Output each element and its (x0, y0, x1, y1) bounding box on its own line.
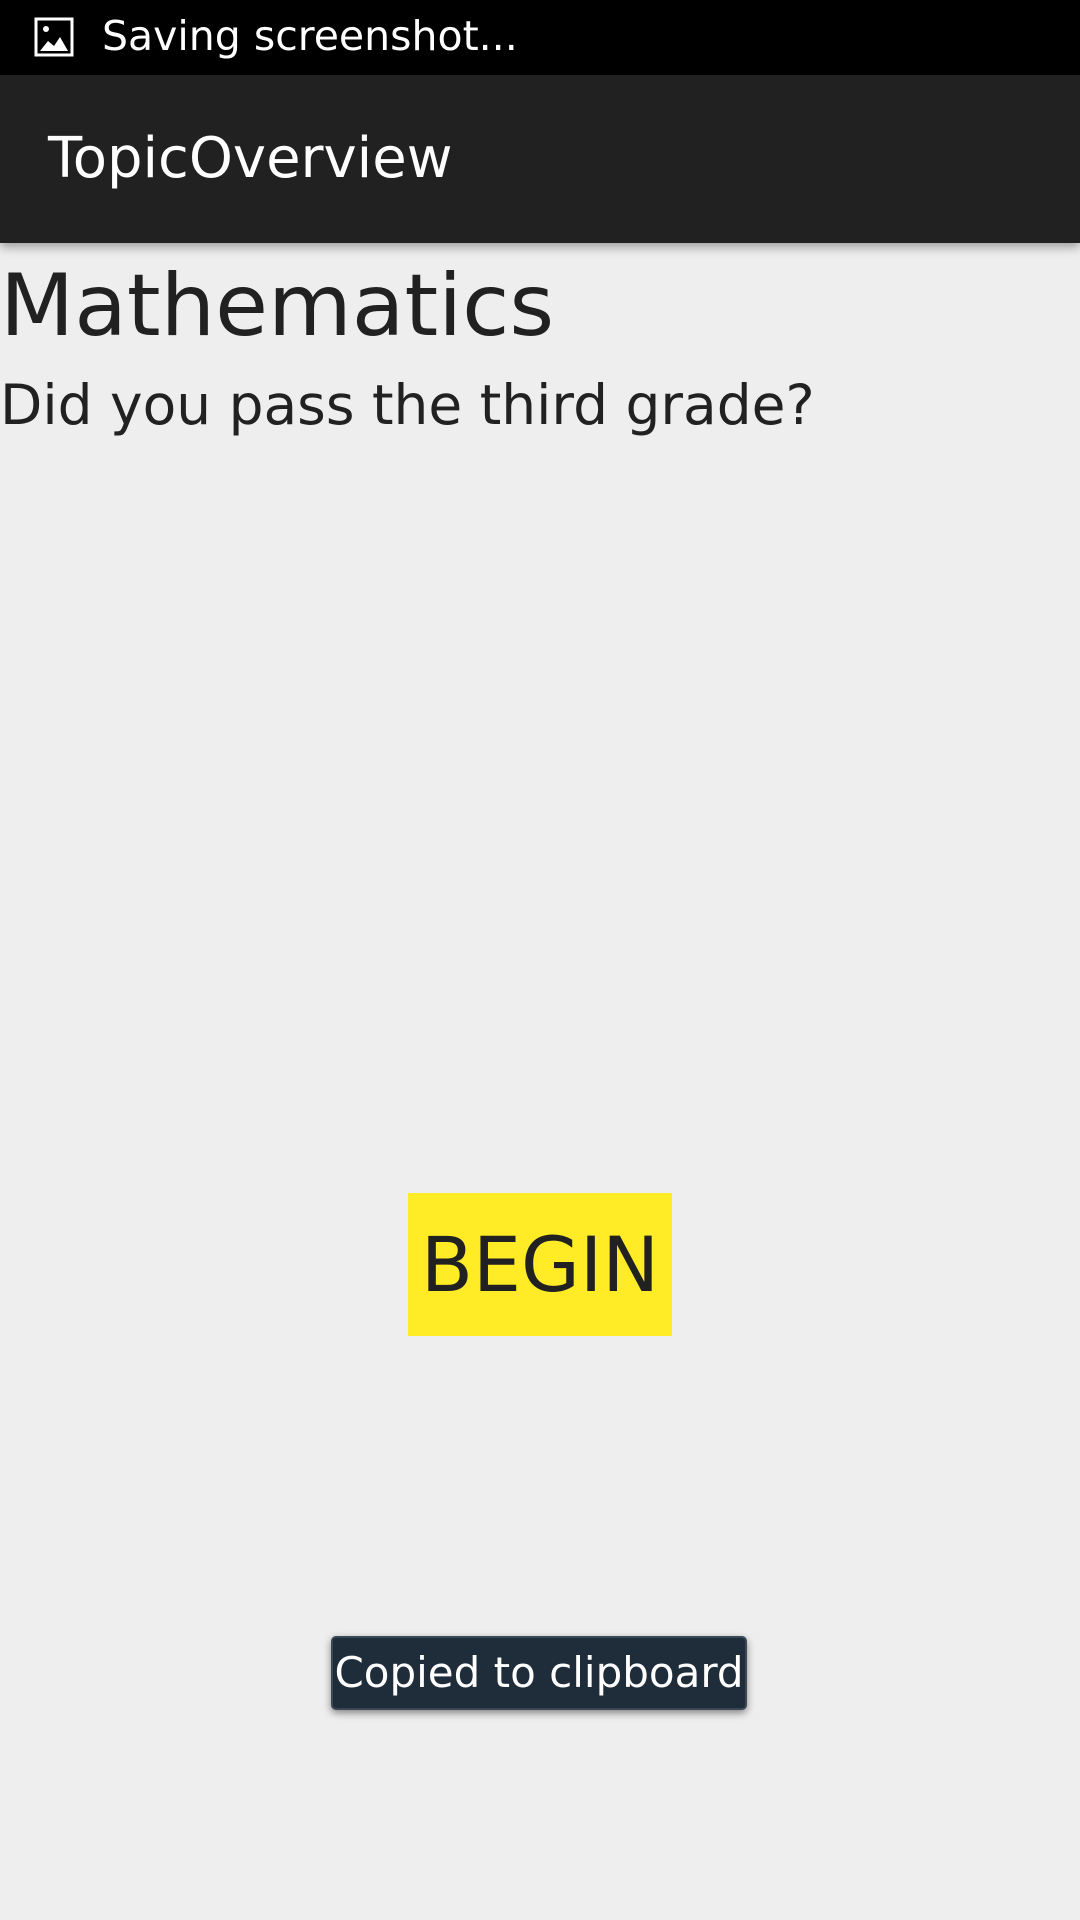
topic-description: Did you pass the third grade? (0, 373, 815, 437)
begin-button[interactable]: BEGIN (408, 1193, 672, 1336)
image-icon (34, 17, 74, 57)
topic-title: Mathematics (0, 256, 555, 356)
status-notification-text: Saving screenshot... (102, 12, 518, 60)
app-title: TopicOverview (48, 126, 453, 191)
action-bar: TopicOverview (0, 75, 1080, 243)
status-bar: Saving screenshot... (0, 0, 1080, 75)
toast-message: Copied to clipboard (331, 1636, 747, 1710)
